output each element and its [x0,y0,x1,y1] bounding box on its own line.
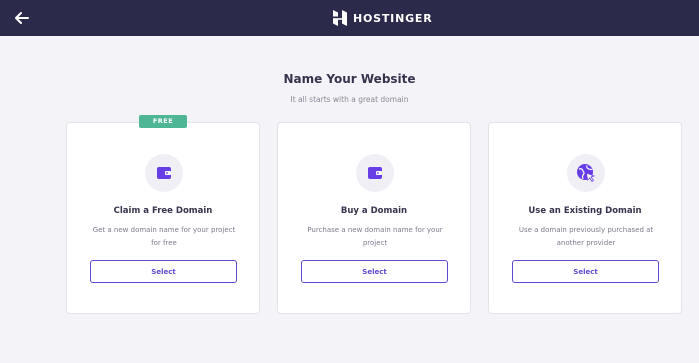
hostinger-logo-icon [333,10,347,26]
card-title: Use an Existing Domain [528,206,642,216]
card-description: Get a new domain name for your project f… [92,226,236,247]
card-title: Buy a Domain [340,206,408,216]
select-buy-domain-button[interactable]: Select [301,260,448,283]
card-description: Purchase a new domain name for your proj… [307,226,443,247]
back-button[interactable] [12,8,32,28]
brand-name: HOSTINGER [353,11,433,25]
select-existing-domain-button[interactable]: Select [512,260,659,283]
wallet-icon [368,167,382,179]
top-navigation-bar: HOSTINGER [0,0,699,36]
brand-logo: HOSTINGER [333,9,433,27]
card-title: Claim a Free Domain [113,206,213,216]
free-badge: FREE [139,115,187,128]
page-title: Name Your Website [283,72,416,86]
globe-cursor-icon [577,164,596,183]
icon-container [567,154,605,192]
page-subtitle: It all starts with a great domain [290,95,409,104]
card-description: Use a domain previously purchased at ano… [518,226,654,247]
icon-container [356,154,394,192]
icon-container [145,154,183,192]
arrow-left-icon [15,12,29,24]
claim-free-domain-card: Claim a Free Domain Get a new domain nam… [66,122,260,314]
buy-domain-card: Buy a Domain Purchase a new domain name … [277,122,471,314]
wallet-icon [157,167,171,179]
existing-domain-card: Use an Existing Domain Use a domain prev… [488,122,682,314]
select-free-domain-button[interactable]: Select [90,260,237,283]
